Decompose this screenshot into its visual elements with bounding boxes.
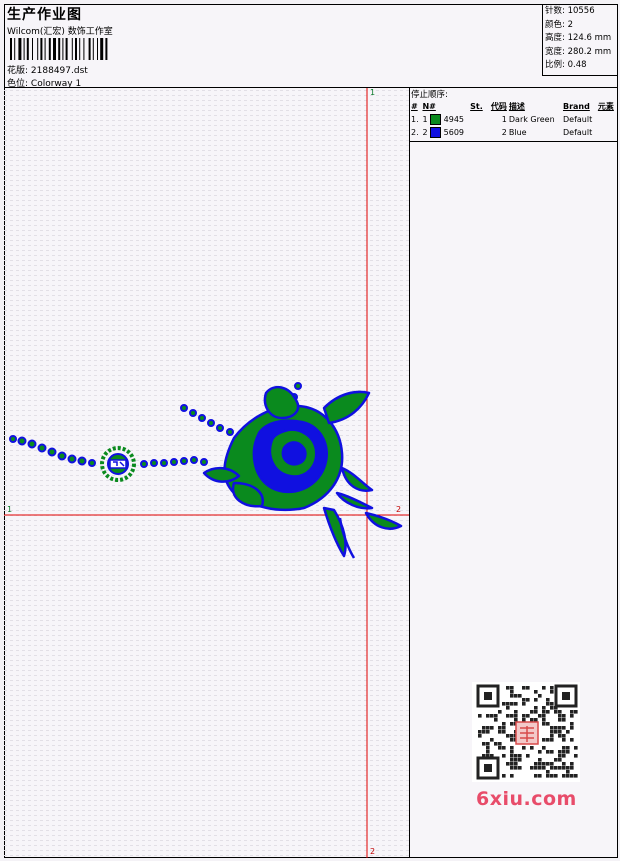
barcode: [10, 38, 108, 60]
watermark-logo: 6xiu.com: [476, 788, 577, 810]
design-label: 花版:: [7, 66, 29, 76]
company-name: Wilcom(汇宏) 数饰工作室: [7, 27, 113, 37]
stat-width: 宽度: 280.2 mm: [545, 46, 612, 57]
stat-colors: 颜色: 2: [545, 19, 573, 30]
stat-scale: 比例: 0.48: [545, 60, 587, 70]
horizontal-axis-left-label: 1: [7, 505, 13, 514]
stats-box: 针数: 10556 颜色: 2 高度: 124.6 mm 宽度: 280.2 m…: [542, 4, 618, 76]
design-info: 花版: 2188497.dst: [7, 63, 88, 76]
vertical-axis-bottom-label: 2: [370, 847, 376, 856]
color-swatch-icon: [430, 127, 442, 138]
vertical-axis-top-label: 1: [370, 88, 376, 97]
design-value: 2188497.dst: [30, 66, 88, 76]
qr-code: [472, 682, 580, 782]
stop-sequence-title: 停止顺序:: [411, 90, 448, 100]
stat-height: 高度: 124.6 mm: [545, 33, 612, 43]
table-header-row: # N# St. 代码 描述 Brand 元素: [411, 102, 614, 111]
color-swatch-icon: [430, 114, 442, 125]
table-row[interactable]: 1. 1 4945 1 Dark Green Default: [410, 113, 618, 126]
embroidery-preview: [4, 88, 409, 858]
stop-sequence-header: 停止顺序: # N# St. 代码 描述 Brand 元素 1. 1 4945 …: [410, 88, 618, 142]
table-row[interactable]: 2. 2 5609 2 Blue Default: [410, 126, 618, 139]
design-canvas[interactable]: 1 2 1 2: [4, 88, 410, 858]
stop-sequence-table: # N# St. 代码 描述 Brand 元素 1. 1 4945 1 Dark…: [410, 100, 618, 139]
page-title: 生产作业图: [7, 7, 82, 23]
stat-stitches: 针数: 10556: [545, 6, 595, 16]
horizontal-axis-right-label: 2: [396, 505, 402, 514]
header: 生产作业图 Wilcom(汇宏) 数饰工作室 花版: 2188497.dst 色…: [4, 4, 618, 89]
